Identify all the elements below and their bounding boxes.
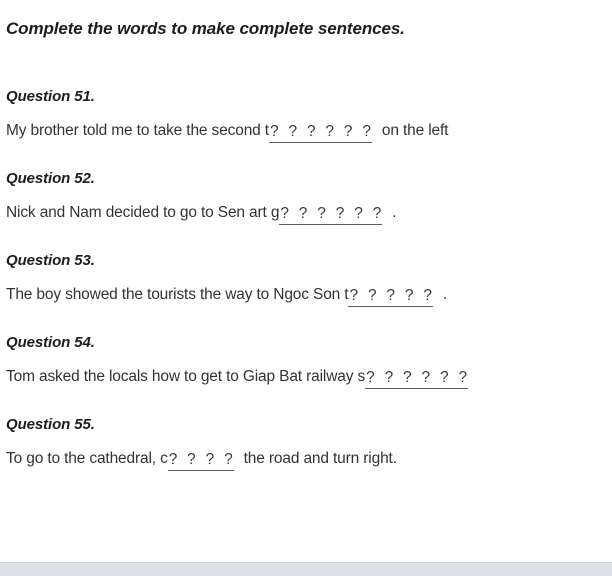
blank-question-mark: ?: [205, 451, 215, 468]
question-sentence: Nick and Nam decided to go to Sen art g?…: [6, 189, 606, 225]
blank-question-mark: ?: [458, 369, 468, 386]
blank-question-mark: ?: [362, 123, 371, 140]
question-block: Question 55. To go to the cathedral, c??…: [6, 389, 606, 471]
fill-in-blank[interactable]: ??????: [279, 205, 383, 225]
blank-question-mark: ?: [421, 369, 431, 386]
question-sentence: Tom asked the locals how to get to Giap …: [6, 353, 606, 389]
sentence-prefix: The boy showed the tourists the way to N…: [6, 286, 349, 303]
blank-question-mark: ?: [423, 287, 432, 304]
blank-question-mark: ?: [187, 451, 196, 468]
sentence-prefix: To go to the cathedral, c: [6, 450, 168, 467]
question-label: Question 53.: [6, 252, 95, 269]
worksheet-page: Complete the words to make complete sent…: [0, 0, 612, 576]
blank-question-mark: ?: [366, 369, 375, 386]
question-block: Question 53. The boy showed the tourists…: [6, 225, 606, 307]
question-block: Question 51. My brother told me to take …: [6, 40, 606, 143]
blank-question-mark: ?: [386, 287, 395, 304]
blank-question-mark: ?: [335, 205, 345, 222]
blank-question-mark: ?: [224, 451, 233, 468]
blank-question-mark: ?: [403, 369, 412, 386]
question-label: Question 55.: [6, 416, 95, 433]
sentence-prefix: Tom asked the locals how to get to Giap …: [6, 368, 366, 385]
blank-question-mark: ?: [440, 369, 449, 386]
blank-question-mark: ?: [269, 123, 279, 140]
question-sentence: My brother told me to take the second t?…: [6, 107, 606, 143]
blank-question-mark: ?: [404, 287, 414, 304]
window-bottom-band: [0, 562, 612, 576]
blank-question-mark: ?: [367, 287, 377, 304]
sentence-prefix: Nick and Nam decided to go to Sen art g: [6, 204, 280, 221]
sentence-suffix: on the left: [381, 122, 449, 139]
blank-question-mark: ?: [298, 205, 308, 222]
blank-question-mark: ?: [384, 369, 394, 386]
blank-question-mark: ?: [317, 205, 326, 222]
blank-question-mark: ?: [280, 205, 289, 222]
fill-in-blank[interactable]: ????: [167, 451, 234, 471]
page-title: Complete the words to make complete sent…: [6, 19, 405, 38]
question-block: Question 54. Tom asked the locals how to…: [6, 307, 606, 389]
blank-question-mark: ?: [372, 205, 382, 222]
question-label: Question 51.: [6, 88, 95, 105]
sentence-suffix: .: [392, 204, 397, 221]
question-sentence: To go to the cathedral, c???? the road an…: [6, 435, 606, 471]
blank-question-mark: ?: [168, 451, 178, 468]
sentence-prefix: My brother told me to take the second t: [6, 122, 269, 139]
sentence-suffix: .: [442, 286, 448, 303]
fill-in-blank[interactable]: ??????: [268, 123, 372, 143]
question-label: Question 54.: [6, 334, 95, 351]
fill-in-blank[interactable]: ?????: [348, 287, 433, 307]
blank-question-mark: ?: [325, 123, 334, 140]
blank-question-mark: ?: [354, 205, 363, 222]
blank-question-mark: ?: [306, 123, 316, 140]
blank-question-mark: ?: [349, 287, 358, 304]
blank-question-mark: ?: [288, 123, 297, 140]
sentence-suffix: the road and turn right.: [243, 450, 397, 467]
question-label: Question 52.: [6, 170, 95, 187]
question-sentence: The boy showed the tourists the way to N…: [6, 271, 606, 307]
blank-question-mark: ?: [343, 123, 353, 140]
question-block: Question 52. Nick and Nam decided to go …: [6, 143, 606, 225]
fill-in-blank[interactable]: ??????: [365, 369, 468, 389]
